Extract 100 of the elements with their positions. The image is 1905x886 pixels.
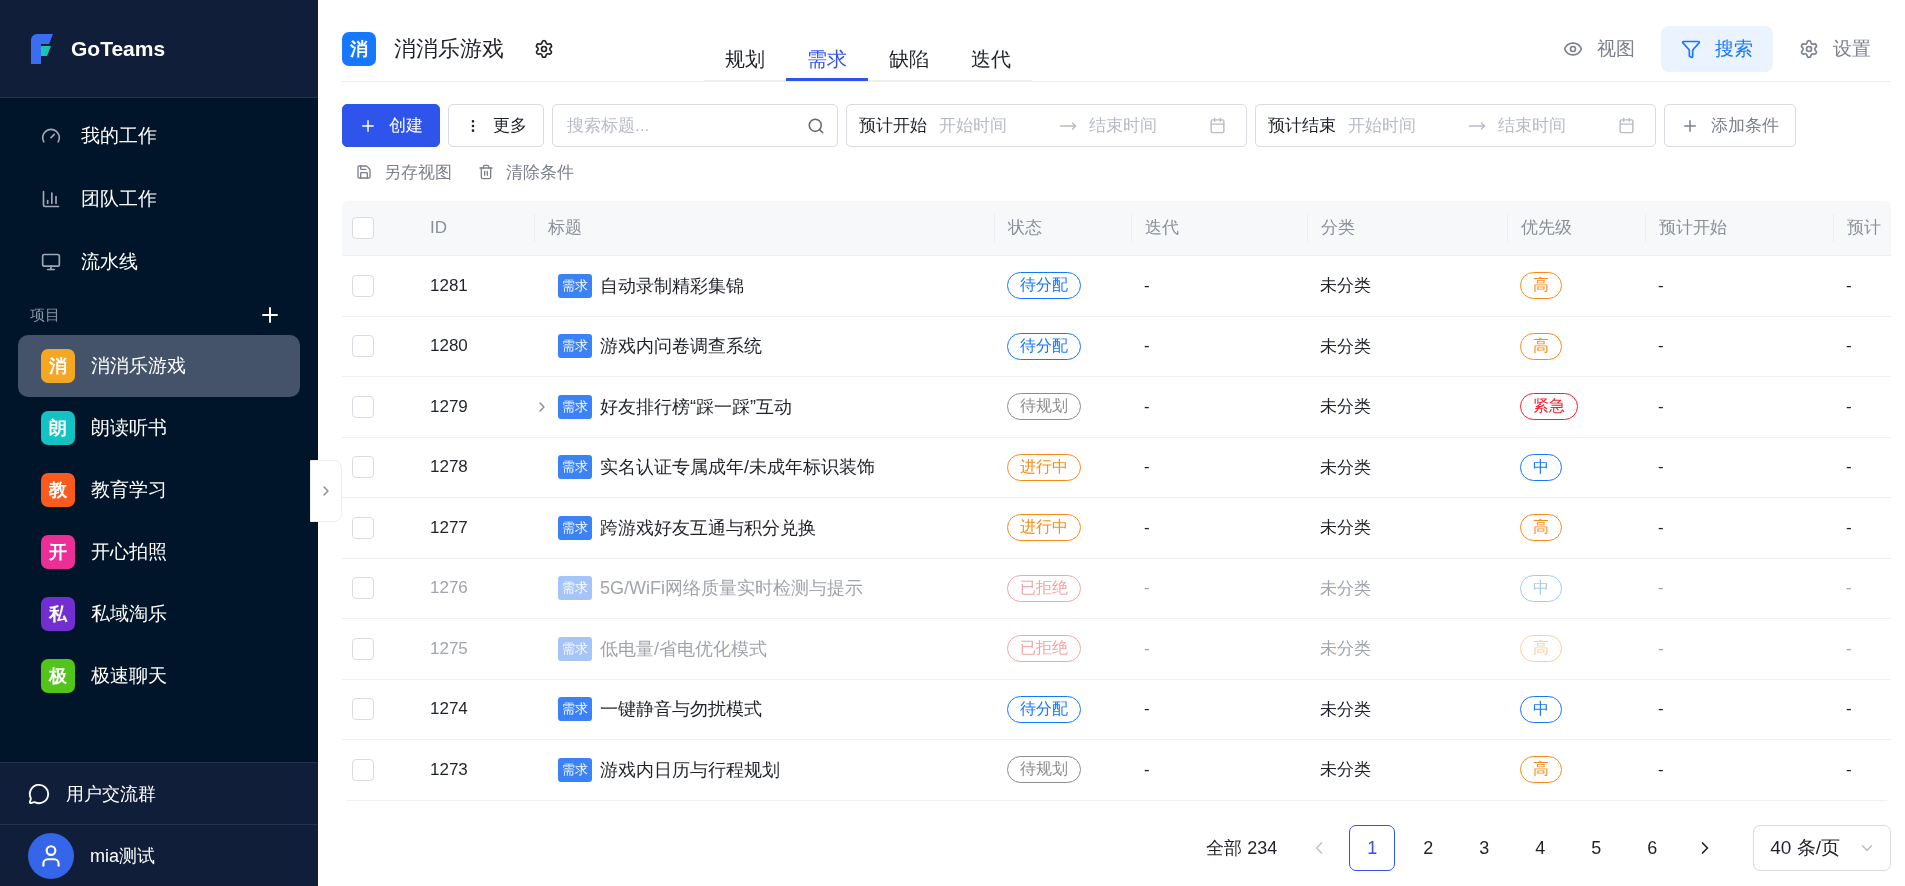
nav-item[interactable]: 团队工作: [0, 167, 318, 230]
project-name: 私域淘乐: [91, 602, 167, 626]
settings-icon[interactable]: [534, 38, 554, 59]
user-name: mia测试: [90, 844, 155, 868]
settings-icon: [1799, 38, 1819, 59]
id-cell-text: 1275: [429, 638, 469, 659]
select-all-checkbox[interactable]: [352, 217, 374, 239]
type-tag: 需求: [558, 697, 592, 722]
page-size-select[interactable]: 40 条/页: [1753, 825, 1891, 871]
column-header: 预计开始: [1645, 214, 1833, 242]
search-field[interactable]: 搜索标题...: [552, 104, 838, 147]
date-range-label: 预计开始: [859, 115, 927, 137]
trash-icon: [478, 164, 494, 180]
iteration-cell-text: -: [1143, 759, 1151, 780]
project-item[interactable]: 私 私域淘乐: [18, 583, 300, 645]
project-item[interactable]: 极 极速聊天: [18, 645, 300, 707]
nav-label: 流水线: [81, 249, 138, 274]
brand-name: GoTeams: [71, 36, 166, 61]
project-name: 极速聊天: [91, 664, 167, 688]
project-item[interactable]: 消 消消乐游戏: [18, 335, 300, 397]
page-button[interactable]: 1: [1349, 825, 1396, 871]
save-view-link[interactable]: 另存视图: [356, 160, 452, 184]
project-item[interactable]: 教 教育学习: [18, 459, 300, 521]
end-date-cell-text: -: [1845, 699, 1853, 720]
start-date-cell-text: -: [1657, 759, 1665, 780]
start-date-placeholder: 开始时间: [1348, 115, 1417, 137]
project-badge: 教: [41, 473, 75, 507]
nav-item[interactable]: 我的工作: [0, 104, 318, 167]
row-checkbox[interactable]: [352, 456, 374, 479]
title-cell[interactable]: 游戏内问卷调查系统: [600, 334, 762, 359]
end-date-cell-text: -: [1845, 759, 1853, 780]
start-date-cell-text: -: [1657, 517, 1665, 538]
project-badge: 开: [41, 535, 75, 569]
id-cell-text: 1279: [429, 396, 469, 417]
type-tag: 需求: [558, 576, 592, 601]
tab[interactable]: 迭代: [950, 40, 1032, 81]
header-action-button[interactable]: 设置: [1779, 25, 1891, 72]
title-cell[interactable]: 游戏内日历与行程规划: [600, 757, 780, 782]
community-link[interactable]: 用户交流群: [66, 781, 156, 806]
project-name: 消消乐游戏: [91, 354, 186, 378]
column-header: 分类: [1307, 214, 1507, 242]
id-cell-text: 1280: [429, 336, 469, 357]
iteration-cell-text: -: [1143, 275, 1151, 296]
project-badge: 私: [41, 597, 75, 631]
nav-label: 团队工作: [81, 186, 157, 211]
calendar-icon: [1209, 117, 1226, 134]
column-header: 迭代: [1131, 214, 1307, 242]
chat-icon[interactable]: [28, 782, 50, 805]
title-cell[interactable]: 一键静音与勿扰模式: [600, 697, 762, 722]
category-cell-text: 未分类: [1319, 577, 1372, 600]
collapse-sidebar-button[interactable]: [310, 460, 342, 522]
header-action-button[interactable]: 视图: [1543, 25, 1655, 72]
start-date-cell-text: -: [1657, 578, 1665, 599]
tab[interactable]: 缺陷: [868, 40, 950, 81]
project-badge: 消: [41, 349, 75, 383]
iteration-cell-text: -: [1143, 517, 1151, 538]
tab[interactable]: 需求: [786, 40, 868, 81]
row-checkbox[interactable]: [352, 335, 374, 358]
filter-icon: [1681, 38, 1701, 59]
type-tag: 需求: [558, 757, 592, 782]
row-checkbox[interactable]: [352, 758, 374, 781]
row-checkbox[interactable]: [352, 698, 374, 721]
nav-item[interactable]: 流水线: [0, 230, 318, 293]
column-header: 状态: [994, 214, 1131, 242]
title-cell[interactable]: 好友排行榜“踩一踩”互动: [600, 394, 792, 419]
type-tag: 需求: [558, 636, 592, 661]
category-cell-text: 未分类: [1319, 698, 1372, 721]
category-cell-text: 未分类: [1319, 517, 1372, 540]
calendar-icon: [1618, 117, 1635, 134]
end-date-cell-text: -: [1845, 336, 1853, 357]
start-date-placeholder: 开始时间: [939, 115, 1008, 137]
row-checkbox[interactable]: [352, 395, 374, 418]
monitor-icon: [41, 251, 61, 272]
id-cell-text: 1274: [429, 699, 469, 720]
end-date-cell-text: -: [1845, 578, 1853, 599]
column-header: 标题: [534, 214, 994, 242]
title-cell[interactable]: 实名认证专属成年/未成年标识装饰: [600, 455, 875, 480]
title-cell[interactable]: 自动录制精彩集锦: [600, 273, 744, 298]
tab[interactable]: 规划: [704, 40, 786, 81]
title-cell[interactable]: 跨游戏好友互通与积分兑换: [600, 515, 816, 540]
row-checkbox[interactable]: [352, 274, 374, 297]
start-date-cell-text: -: [1657, 336, 1665, 357]
iteration-cell-text: -: [1143, 396, 1151, 417]
row-checkbox[interactable]: [352, 516, 374, 539]
project-item[interactable]: 开 开心拍照: [18, 521, 300, 583]
header-action-button[interactable]: 搜索: [1661, 25, 1773, 72]
date-range-field[interactable]: 预计结束 开始时间 结束时间: [1255, 104, 1656, 147]
project-item[interactable]: 朗 朗读听书: [18, 397, 300, 459]
date-range-field[interactable]: 预计开始 开始时间 结束时间: [846, 104, 1247, 147]
id-cell-text: 1277: [429, 517, 469, 538]
clear-conditions-link[interactable]: 清除条件: [478, 160, 574, 184]
project-name: 教育学习: [91, 478, 167, 502]
end-date-cell-text: -: [1845, 638, 1853, 659]
more-button[interactable]: 更多: [448, 104, 544, 147]
category-cell-text: 未分类: [1319, 275, 1372, 298]
date-range-label: 预计结束: [1268, 115, 1336, 137]
total-count: 全部 234: [1206, 837, 1278, 860]
avatar[interactable]: [28, 832, 74, 879]
add-condition-button[interactable]: 添加条件: [1664, 104, 1796, 147]
create-button[interactable]: 创建: [342, 104, 440, 147]
